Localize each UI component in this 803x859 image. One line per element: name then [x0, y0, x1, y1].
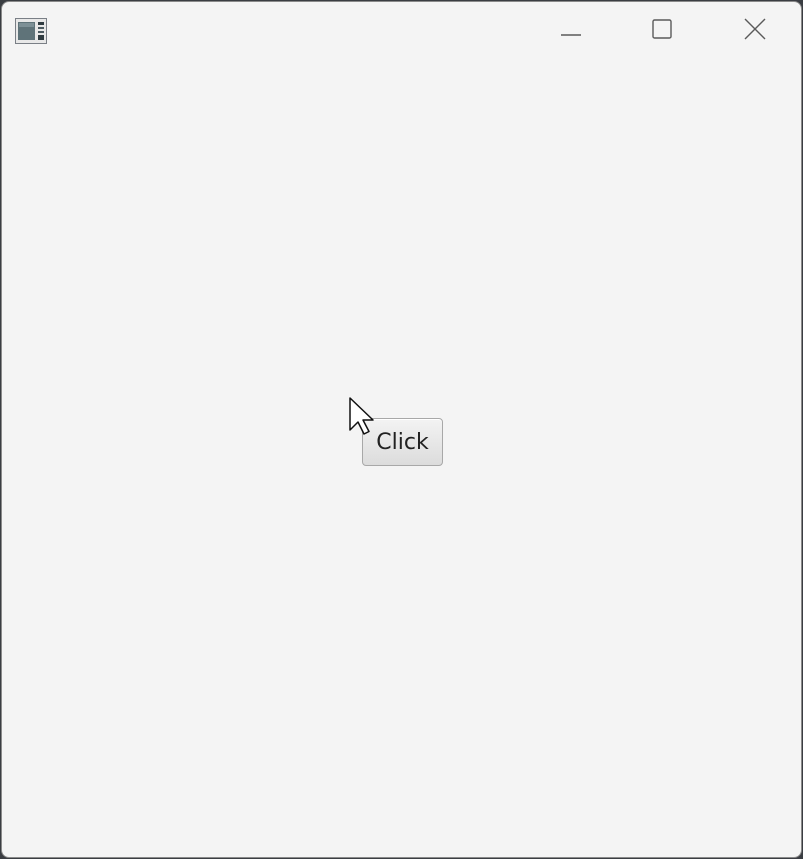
minimize-button[interactable]	[525, 2, 617, 60]
maximize-button[interactable]	[616, 2, 708, 60]
close-button[interactable]	[709, 2, 801, 60]
close-icon	[743, 17, 767, 45]
maximize-icon	[651, 18, 673, 44]
app-window: Click	[1, 1, 802, 858]
mouse-pointer-icon	[348, 396, 376, 438]
app-window-icon[interactable]	[15, 18, 47, 44]
minimize-icon	[560, 22, 582, 41]
title-bar[interactable]	[2, 2, 801, 60]
window-content: Click	[2, 60, 801, 857]
